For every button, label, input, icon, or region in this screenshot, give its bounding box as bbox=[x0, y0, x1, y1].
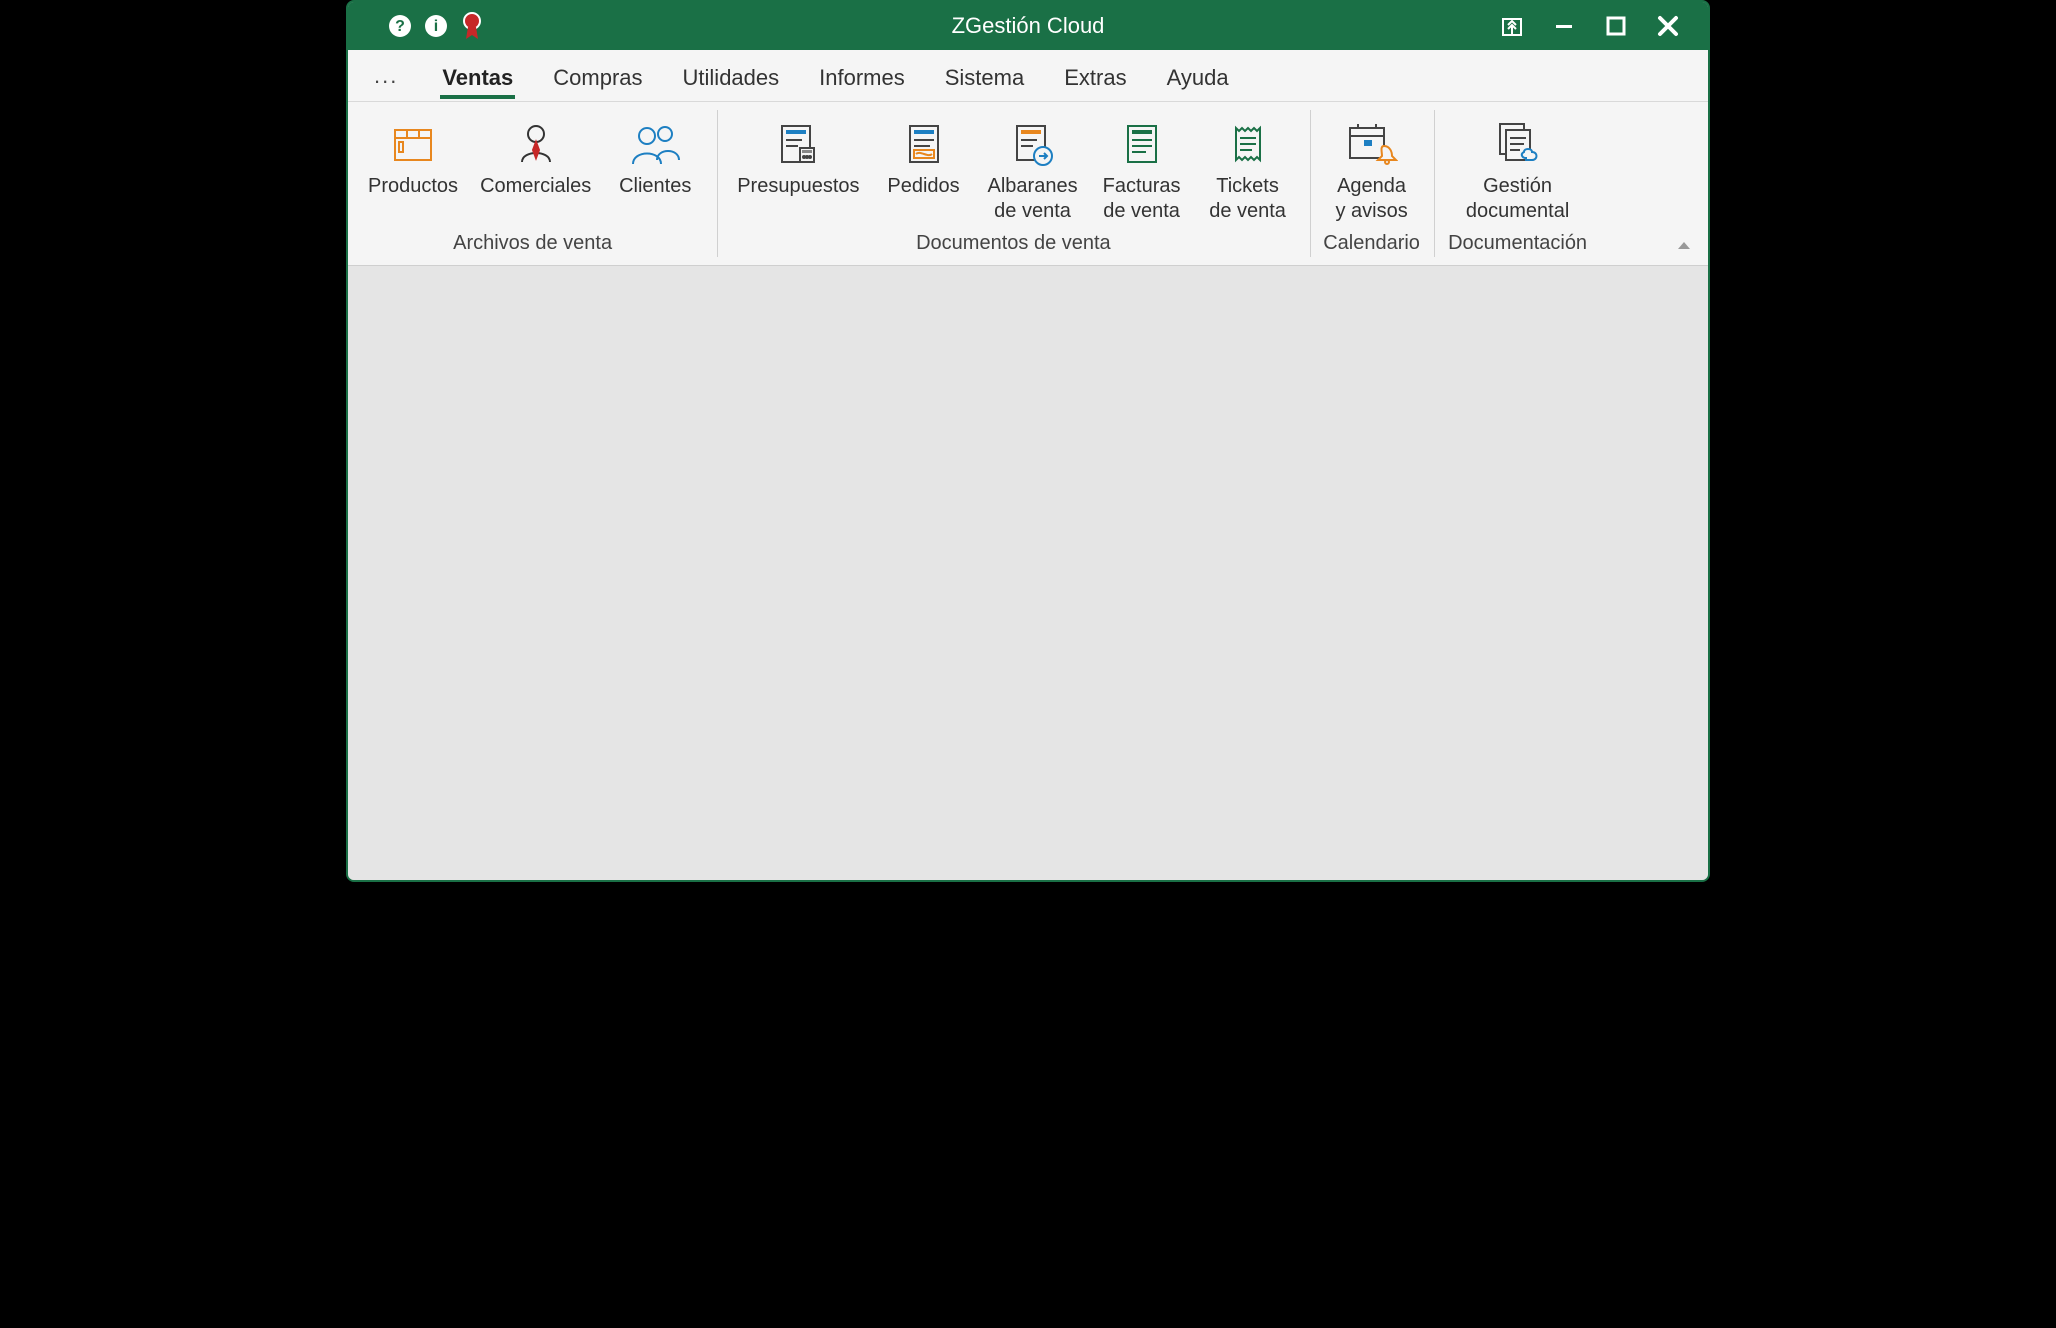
calendar-bell-icon bbox=[1346, 116, 1398, 172]
agenda-label: Agenday avisos bbox=[1335, 174, 1407, 226]
content-area bbox=[348, 266, 1708, 880]
ribbon-group-calendario: Agenday avisos Calendario bbox=[1310, 102, 1434, 265]
group-label-archivos: Archivos de venta bbox=[453, 230, 612, 261]
people-icon bbox=[629, 116, 681, 172]
tickets-button[interactable]: Ticketsde venta bbox=[1200, 112, 1296, 230]
tab-ventas[interactable]: Ventas bbox=[440, 55, 515, 97]
help-icon[interactable]: ? bbox=[388, 14, 412, 38]
window-controls bbox=[1500, 14, 1708, 38]
clientes-label: Clientes bbox=[619, 174, 691, 226]
maximize-icon[interactable] bbox=[1604, 14, 1628, 38]
ribbon-group-archivos: Productos Comerciales Clientes Archivos … bbox=[348, 102, 717, 265]
delivery-note-icon bbox=[1009, 116, 1057, 172]
productos-label: Productos bbox=[368, 174, 458, 226]
ribbon-group-documentacion: Gestióndocumental Documentación bbox=[1434, 102, 1602, 265]
ribbon-badge-icon[interactable] bbox=[460, 14, 484, 38]
popout-icon[interactable] bbox=[1500, 14, 1524, 38]
receipt-icon bbox=[1224, 116, 1272, 172]
tab-informes[interactable]: Informes bbox=[817, 55, 907, 97]
tickets-label: Ticketsde venta bbox=[1209, 174, 1286, 226]
titlebar: ? i ZGestión Cloud bbox=[348, 2, 1708, 50]
budget-icon bbox=[774, 116, 822, 172]
ribbon-group-documentos: Presupuestos Pedidos Albaranesde venta bbox=[717, 102, 1309, 265]
group-label-documentacion: Documentación bbox=[1448, 230, 1587, 261]
ribbon: Productos Comerciales Clientes Archivos … bbox=[348, 102, 1708, 266]
group-label-calendario: Calendario bbox=[1323, 230, 1420, 261]
albaranes-button[interactable]: Albaranesde venta bbox=[982, 112, 1084, 230]
svg-text:?: ? bbox=[395, 18, 405, 35]
gestion-documental-button[interactable]: Gestióndocumental bbox=[1448, 112, 1588, 230]
pedidos-button[interactable]: Pedidos bbox=[876, 112, 972, 230]
info-icon[interactable]: i bbox=[424, 14, 448, 38]
tab-compras[interactable]: Compras bbox=[551, 55, 644, 97]
clientes-button[interactable]: Clientes bbox=[607, 112, 703, 230]
salesperson-icon bbox=[512, 116, 560, 172]
presupuestos-label: Presupuestos bbox=[737, 174, 859, 226]
titlebar-left: ? i bbox=[348, 14, 484, 38]
productos-button[interactable]: Productos bbox=[362, 112, 464, 230]
tabs-overflow-button[interactable]: ... bbox=[368, 63, 404, 89]
svg-text:i: i bbox=[434, 18, 438, 35]
pedidos-label: Pedidos bbox=[887, 174, 959, 226]
facturas-button[interactable]: Facturasde venta bbox=[1094, 112, 1190, 230]
box-icon bbox=[389, 116, 437, 172]
app-window: ? i ZGestión Cloud ... bbox=[346, 0, 1710, 882]
agenda-button[interactable]: Agenday avisos bbox=[1324, 112, 1420, 230]
tab-sistema[interactable]: Sistema bbox=[943, 55, 1026, 97]
close-icon[interactable] bbox=[1656, 14, 1680, 38]
minimize-icon[interactable] bbox=[1552, 14, 1576, 38]
tab-utilidades[interactable]: Utilidades bbox=[681, 55, 782, 97]
gestion-documental-label: Gestióndocumental bbox=[1466, 174, 1569, 226]
presupuestos-button[interactable]: Presupuestos bbox=[731, 112, 865, 230]
documents-cloud-icon bbox=[1490, 116, 1546, 172]
tab-strip: ... Ventas Compras Utilidades Informes S… bbox=[348, 50, 1708, 102]
comerciales-button[interactable]: Comerciales bbox=[474, 112, 597, 230]
order-icon bbox=[900, 116, 948, 172]
albaranes-label: Albaranesde venta bbox=[988, 174, 1078, 226]
collapse-ribbon-icon[interactable] bbox=[1674, 235, 1694, 255]
group-label-documentos: Documentos de venta bbox=[916, 230, 1111, 261]
invoice-icon bbox=[1118, 116, 1166, 172]
comerciales-label: Comerciales bbox=[480, 174, 591, 226]
facturas-label: Facturasde venta bbox=[1103, 174, 1181, 226]
tab-extras[interactable]: Extras bbox=[1062, 55, 1128, 97]
tab-ayuda[interactable]: Ayuda bbox=[1165, 55, 1231, 97]
